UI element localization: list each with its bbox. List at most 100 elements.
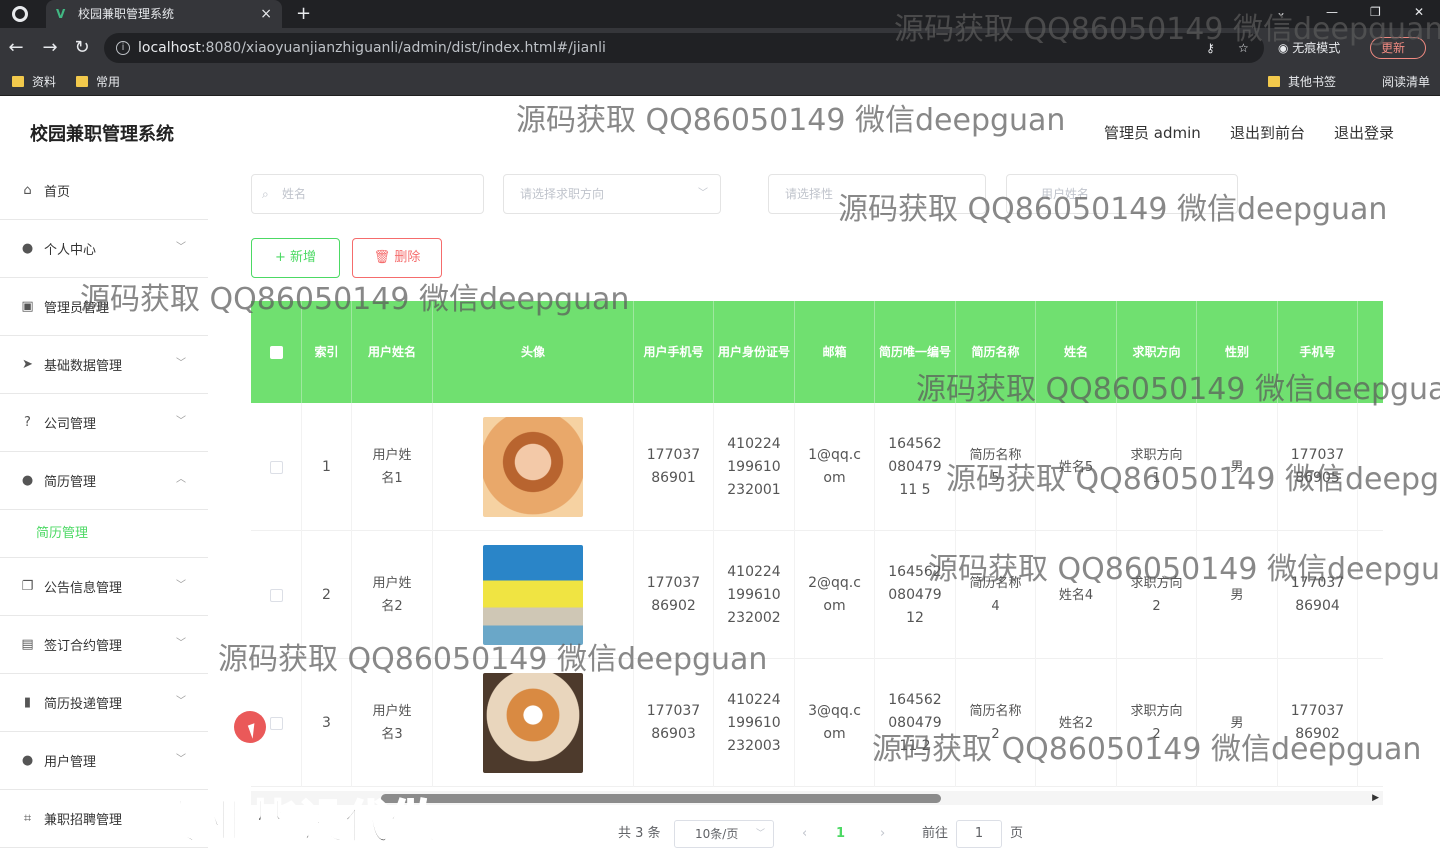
tab-title: 校园兼职管理系统 [78, 7, 175, 21]
scroll-right-icon[interactable]: ▶ [1372, 791, 1379, 805]
url-bar[interactable]: i localhost:8080/xiaoyuanjianzhiguanli/a… [104, 33, 1264, 63]
reading-list[interactable]: 阅读清单 [1362, 73, 1430, 91]
user-name-search-input[interactable]: 用户姓名 [1006, 174, 1238, 214]
select-all-checkbox[interactable] [251, 301, 302, 403]
close-window-icon[interactable]: ✕ [1414, 0, 1424, 24]
goto-page-input[interactable]: 1 [956, 820, 1002, 848]
chevron-up-icon: ︿ [176, 474, 186, 485]
chevron-down-icon: ﹀ [176, 638, 186, 649]
gender-select[interactable]: 请选择性 [768, 174, 986, 214]
avatar [433, 531, 634, 659]
folder-icon [1268, 76, 1280, 87]
bookmark-folder-changyong[interactable]: 常用 [76, 73, 120, 91]
user-icon: ● [21, 473, 34, 488]
sidebar: ⌂ 首页 ● 个人中心 ﹀ ▣ 管理员管理 ﹀ ➤ 基础数据管理 ﹀ ? 公司管… [0, 162, 208, 864]
bookmark-folder-ziliao[interactable]: 资料 [12, 73, 56, 91]
bar-chart-icon: ▮ [23, 695, 32, 710]
maximize-icon[interactable]: ❐ [1370, 0, 1381, 24]
back-icon[interactable]: ← [4, 36, 28, 60]
col-gender[interactable]: 性别 [1197, 301, 1278, 403]
chevron-down-icon: ﹀ [176, 416, 186, 427]
avatar [433, 403, 634, 531]
sidebar-item-contract[interactable]: ▤ 签订合约管理 ﹀ [0, 616, 208, 674]
back-to-front-link[interactable]: 退出到前台 [1230, 122, 1305, 143]
folder-icon [76, 76, 88, 87]
user-icon: ● [21, 241, 34, 256]
name-search-input[interactable]: ⌕ 姓名 [251, 174, 484, 214]
site-info-icon[interactable]: i [116, 41, 130, 55]
card-icon: ▤ [21, 637, 34, 652]
help-icon: ? [24, 415, 31, 430]
star-icon[interactable]: ☆ [1238, 36, 1249, 60]
app-header: 校园兼职管理系统 管理员 admin 退出到前台 退出登录 [0, 100, 1440, 162]
col-user-name[interactable]: 用户姓名 [352, 301, 433, 403]
address-toolbar: ← → ↻ i localhost:8080/xiaoyuanjianzhigu… [0, 28, 1440, 68]
col-mobile[interactable]: 手机号 [1278, 301, 1358, 403]
minimize-icon[interactable]: — [1326, 0, 1338, 24]
vue-favicon-icon: V [56, 7, 66, 21]
col-user-phone[interactable]: 用户手机号 [634, 301, 714, 403]
col-direction[interactable]: 求职方向 [1117, 301, 1197, 403]
sidebar-subitem-resume[interactable]: 简历管理 [0, 506, 208, 558]
user-icon: ● [21, 753, 34, 768]
row-checkbox[interactable] [251, 403, 302, 531]
tab-close-icon[interactable]: × [260, 0, 272, 28]
page-size-select[interactable]: 10条/页 ﹀ [674, 820, 774, 848]
col-avatar[interactable]: 头像 [433, 301, 634, 403]
browser-tab[interactable]: V 校园兼职管理系统 × [46, 0, 282, 28]
row-checkbox[interactable] [251, 531, 302, 659]
col-id-card[interactable]: 用户身份证号 [714, 301, 795, 403]
incognito-icon[interactable]: ◉ 无痕模式 [1278, 36, 1340, 60]
sidebar-item-home[interactable]: ⌂ 首页 [0, 162, 208, 220]
chevron-down-icon: ﹀ [755, 829, 765, 839]
col-resume-name[interactable]: 简历名称 [956, 301, 1036, 403]
send-icon: ➤ [22, 357, 33, 372]
crop-icon: ⌗ [23, 811, 32, 826]
sidebar-item-notice[interactable]: ❐ 公告信息管理 ﹀ [0, 558, 208, 616]
sidebar-item-admins[interactable]: ▣ 管理员管理 ﹀ [0, 278, 208, 336]
page-unit-label: 页 [1010, 826, 1024, 841]
chart-icon: ▣ [21, 299, 34, 314]
next-page-icon[interactable]: › [880, 820, 885, 848]
col-email[interactable]: 邮箱 [795, 301, 875, 403]
new-tab-icon[interactable]: + [296, 0, 311, 28]
prev-page-icon[interactable]: ‹ [802, 820, 807, 848]
delete-button[interactable]: 🗑 删除 [352, 238, 442, 278]
url-host: localhost [138, 40, 201, 56]
col-index[interactable]: 索引 [302, 301, 352, 403]
forward-icon[interactable]: → [38, 36, 62, 60]
tab-search-icon[interactable]: ⌄ [1276, 0, 1286, 24]
update-button[interactable]: 更新 [1370, 37, 1427, 59]
chevron-down-icon: ﹀ [176, 242, 186, 253]
sidebar-item-company[interactable]: ? 公司管理 ﹀ [0, 394, 208, 452]
resume-table: 索引 用户姓名 头像 用户手机号 用户身份证号 邮箱 简历唯一编号 简历名称 姓… [251, 301, 1383, 795]
pagination-total: 共 3 条 [618, 826, 661, 841]
folder-icon [12, 76, 24, 87]
table-row: 1 用户姓名1 17703786901 410224199610232001 1… [251, 403, 1383, 531]
sidebar-item-users[interactable]: ● 用户管理 ﹀ [0, 732, 208, 790]
logout-link[interactable]: 退出登录 [1334, 122, 1394, 143]
reload-icon[interactable]: ↻ [70, 36, 94, 60]
add-button[interactable]: + 新增 [251, 238, 340, 278]
sidebar-item-resume[interactable]: ● 简历管理 ︿ [0, 452, 208, 510]
browser-logo-icon [12, 6, 28, 22]
promo-banner-text: 专业毕设代做 [159, 794, 437, 850]
chevron-down-icon: ﹀ [176, 696, 186, 707]
key-icon[interactable]: ⚷ [1206, 36, 1215, 60]
main-content: ⌕ 姓名 请选择求职方向 ﹀ 请选择性 用户姓名 + 新增 🗑 删除 索引 用户… [208, 162, 1440, 864]
page-number-current[interactable]: 1 [836, 820, 845, 848]
trash-icon: 🗑 [373, 250, 391, 265]
col-name[interactable]: 姓名 [1036, 301, 1117, 403]
col-resume-no[interactable]: 简历唯一编号 [875, 301, 956, 403]
sidebar-item-profile[interactable]: ● 个人中心 ﹀ [0, 220, 208, 278]
sidebar-item-basic-data[interactable]: ➤ 基础数据管理 ﹀ [0, 336, 208, 394]
browser-tab-strip: V 校园兼职管理系统 × + ⌄ — ❐ ✕ [0, 0, 1440, 28]
sidebar-item-delivery[interactable]: ▮ 简历投递管理 ﹀ [0, 674, 208, 732]
app-title: 校园兼职管理系统 [30, 124, 174, 145]
bookmark-folder-other[interactable]: 其他书签 [1268, 73, 1336, 91]
table-row: 3 用户姓名3 17703786903 410224199610232003 3… [251, 659, 1383, 787]
copy-icon: ❐ [21, 579, 34, 594]
direction-select[interactable]: 请选择求职方向 ﹀ [503, 174, 721, 214]
url-path: :8080/xiaoyuanjianzhiguanli/admin/dist/i… [200, 40, 606, 56]
scrollbar-thumb[interactable] [381, 794, 941, 803]
